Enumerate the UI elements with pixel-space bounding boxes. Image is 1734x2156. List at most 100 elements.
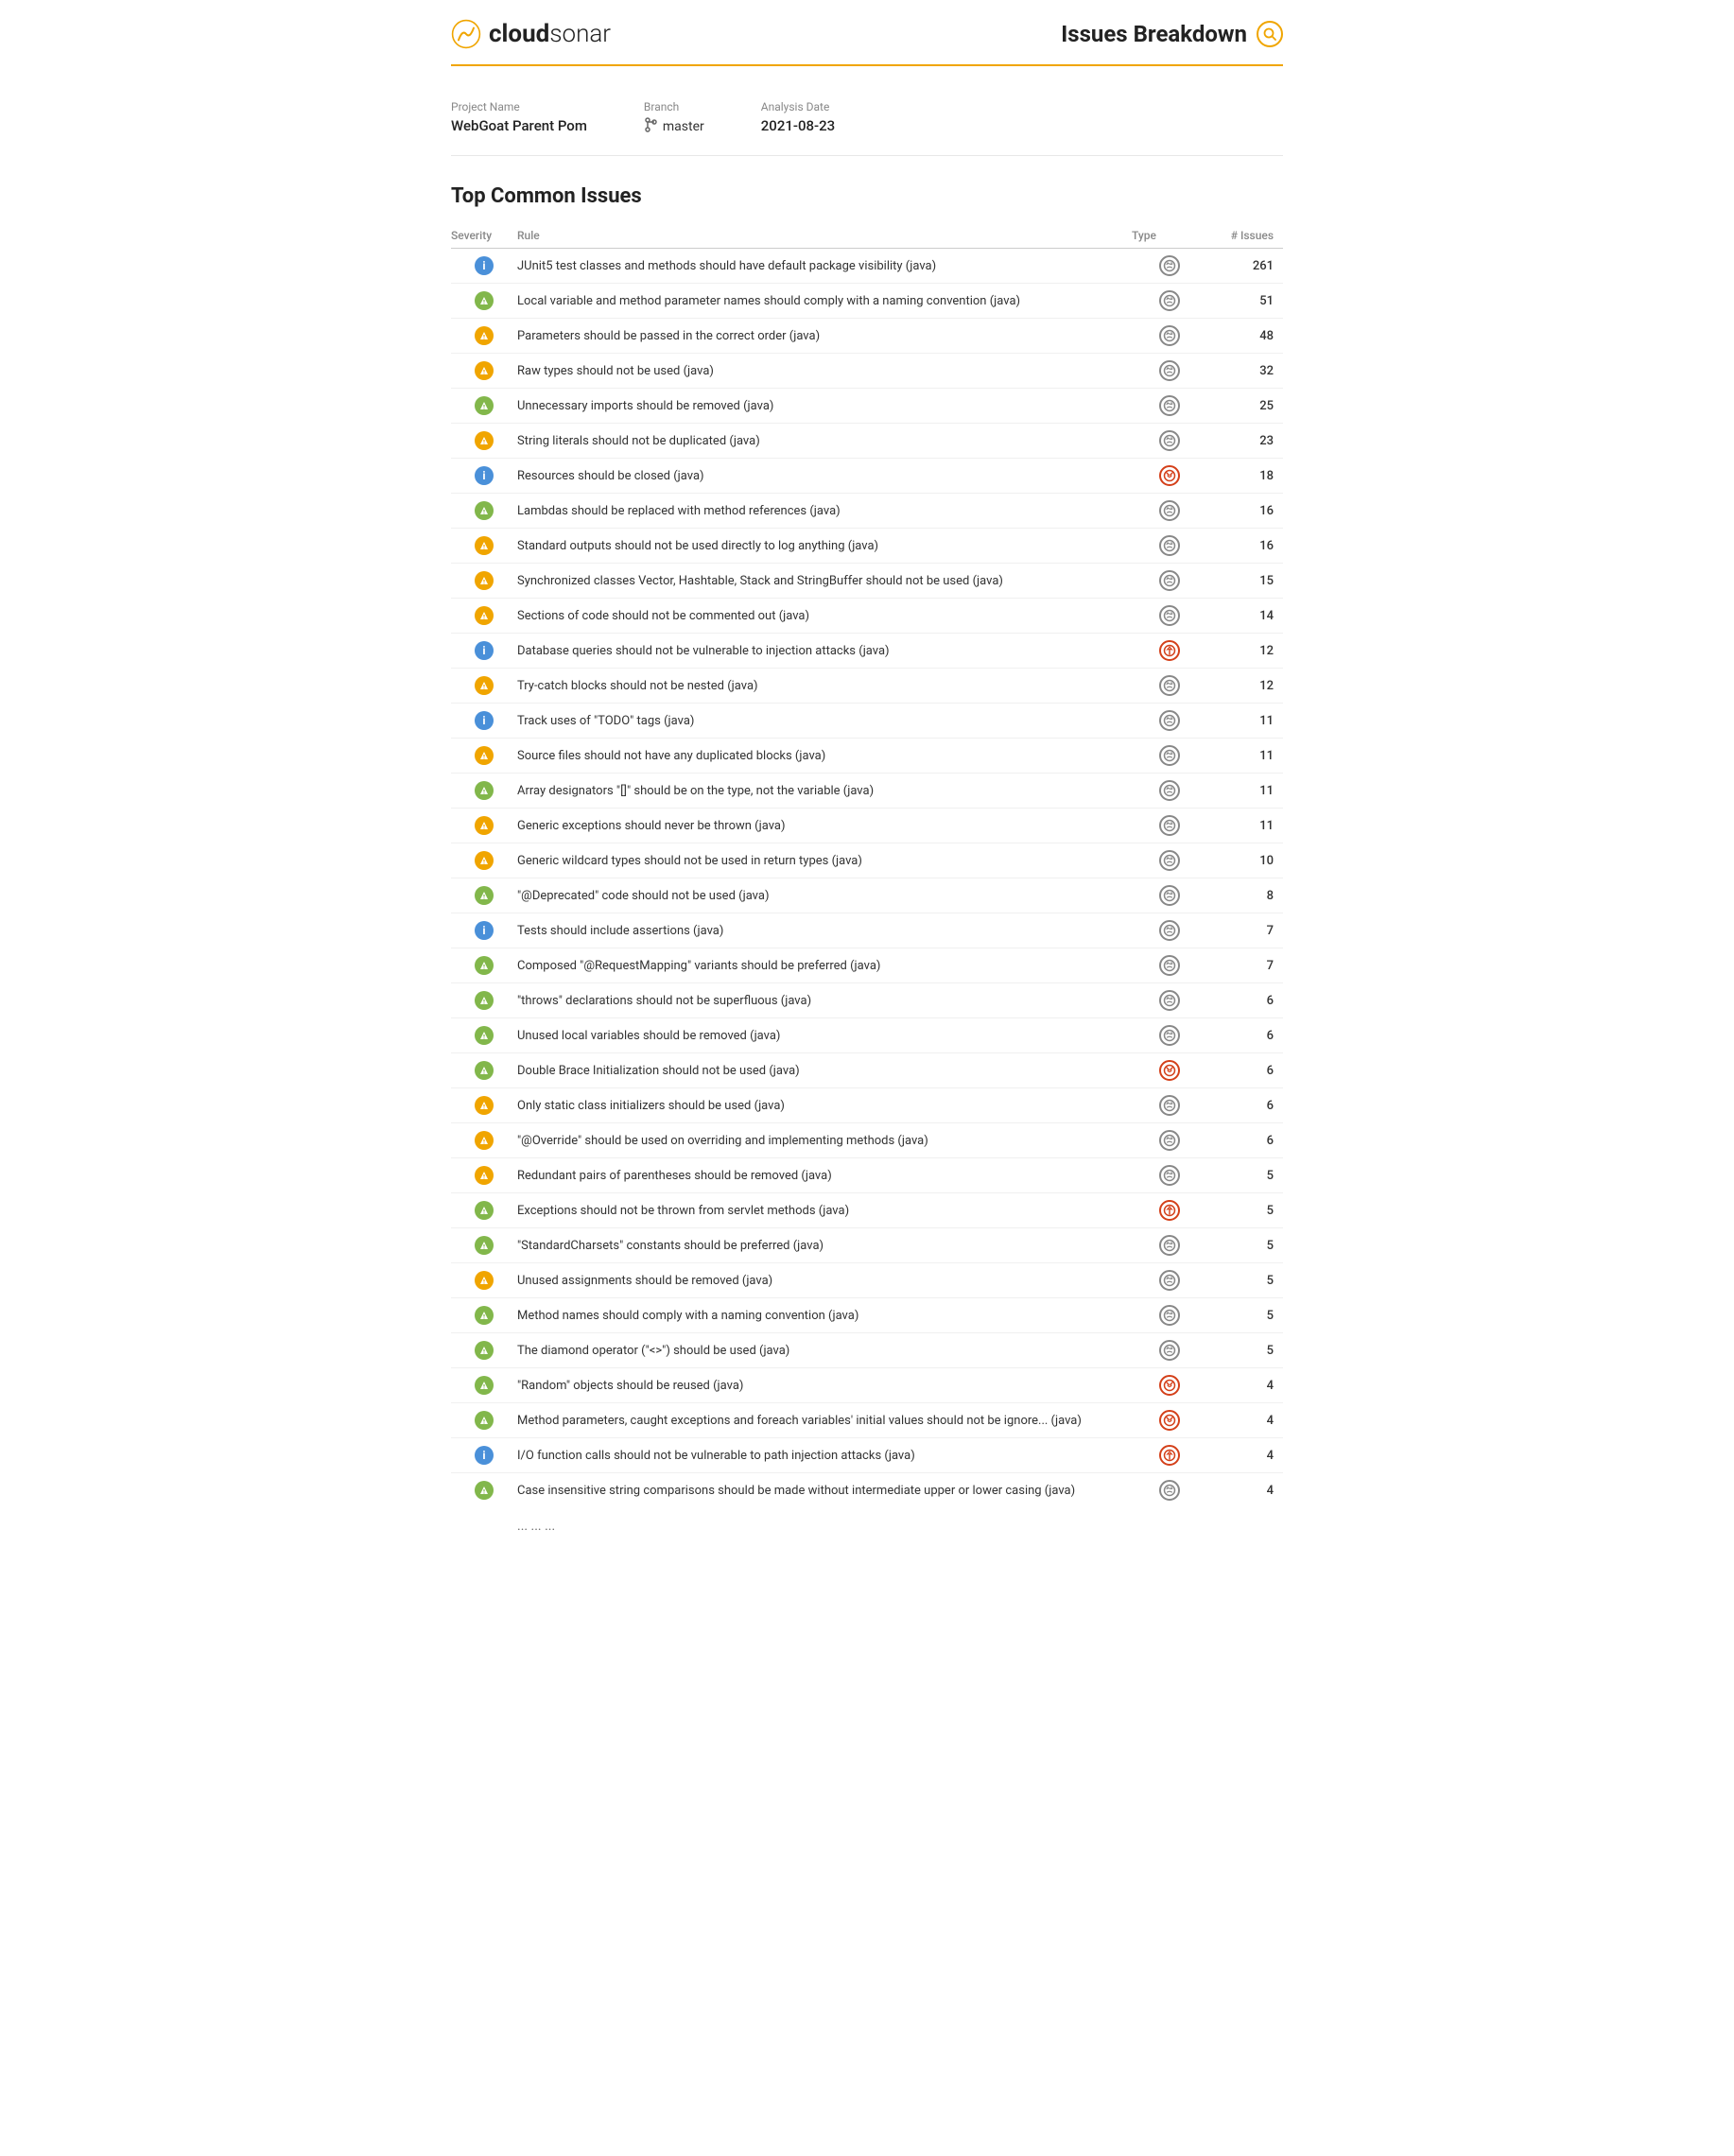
issues-count: 48: [1207, 329, 1283, 343]
date-value: 2021-08-23: [761, 117, 835, 134]
table-row[interactable]: i Track uses of "TODO" tags (java) 11: [451, 704, 1283, 739]
header: cloudsonar Issues Breakdown: [451, 19, 1283, 66]
severity-cell: [451, 816, 517, 835]
severity-major-icon: [475, 431, 494, 450]
project-meta: Project Name WebGoat Parent Pom: [451, 100, 587, 136]
table-row[interactable]: Source files should not have any duplica…: [451, 739, 1283, 774]
rule-cell: Array designators "[]" should be on the …: [517, 784, 1132, 798]
table-row[interactable]: i I/O function calls should not be vulne…: [451, 1438, 1283, 1473]
type-codesmell-icon: [1159, 290, 1180, 311]
table-row[interactable]: i Resources should be closed (java) 18: [451, 459, 1283, 494]
table-row[interactable]: i Database queries should not be vulnera…: [451, 634, 1283, 669]
page-title: Issues Breakdown: [1061, 21, 1247, 47]
table-row[interactable]: The diamond operator ("<>") should be us…: [451, 1333, 1283, 1368]
rule-cell: "Random" objects should be reused (java): [517, 1379, 1132, 1393]
severity-cell: [451, 781, 517, 800]
severity-cell: [451, 361, 517, 380]
severity-minor-icon: [475, 1061, 494, 1080]
severity-cell: i: [451, 466, 517, 485]
col-type: Type: [1132, 229, 1207, 242]
table-row[interactable]: Raw types should not be used (java) 32: [451, 354, 1283, 389]
type-codesmell-icon: [1159, 955, 1180, 976]
rule-cell: Resources should be closed (java): [517, 469, 1132, 483]
table-row[interactable]: i JUnit5 test classes and methods should…: [451, 249, 1283, 284]
type-codesmell-icon: [1159, 815, 1180, 836]
table-row[interactable]: Array designators "[]" should be on the …: [451, 774, 1283, 808]
type-cell: [1132, 535, 1207, 556]
branch-name: master: [663, 119, 704, 134]
rule-cell: Generic exceptions should never be throw…: [517, 819, 1132, 833]
issues-count: 23: [1207, 434, 1283, 448]
rule-cell: JUnit5 test classes and methods should h…: [517, 259, 1132, 273]
severity-minor-icon: [475, 291, 494, 310]
issues-count: 11: [1207, 819, 1283, 833]
rule-cell: "@Override" should be used on overriding…: [517, 1134, 1132, 1148]
table-row[interactable]: Exceptions should not be thrown from ser…: [451, 1193, 1283, 1228]
rule-cell: The diamond operator ("<>") should be us…: [517, 1344, 1132, 1358]
issues-count: 6: [1207, 1134, 1283, 1148]
table-row[interactable]: Standard outputs should not be used dire…: [451, 529, 1283, 564]
issues-count: 5: [1207, 1204, 1283, 1218]
type-cell: [1132, 1165, 1207, 1186]
rule-cell: Sections of code should not be commented…: [517, 609, 1132, 623]
issues-count: 5: [1207, 1239, 1283, 1253]
severity-info-icon: i: [475, 1446, 494, 1465]
severity-cell: [451, 1271, 517, 1290]
table-row[interactable]: Unused assignments should be removed (ja…: [451, 1263, 1283, 1298]
severity-minor-icon: [475, 956, 494, 975]
severity-minor-icon: [475, 1341, 494, 1360]
table-row[interactable]: "@Override" should be used on overriding…: [451, 1123, 1283, 1158]
severity-cell: [451, 501, 517, 520]
table-row[interactable]: String literals should not be duplicated…: [451, 424, 1283, 459]
type-cell: [1132, 360, 1207, 381]
type-cell: [1132, 570, 1207, 591]
table-row[interactable]: Unused local variables should be removed…: [451, 1018, 1283, 1053]
table-row[interactable]: Redundant pairs of parentheses should be…: [451, 1158, 1283, 1193]
type-cell: [1132, 465, 1207, 486]
severity-cell: [451, 1061, 517, 1080]
severity-cell: [451, 396, 517, 415]
table-row[interactable]: "Random" objects should be reused (java)…: [451, 1368, 1283, 1403]
table-row[interactable]: Lambdas should be replaced with method r…: [451, 494, 1283, 529]
severity-cell: [451, 1376, 517, 1395]
severity-major-icon: [475, 606, 494, 625]
table-row[interactable]: i Tests should include assertions (java)…: [451, 913, 1283, 948]
severity-info-icon: i: [475, 256, 494, 275]
table-row[interactable]: Generic wildcard types should not be use…: [451, 843, 1283, 878]
col-issues: # Issues: [1207, 229, 1283, 242]
type-bug-icon: [1159, 465, 1180, 486]
severity-minor-icon: [475, 1481, 494, 1500]
type-codesmell-icon: [1159, 1130, 1180, 1151]
table-row[interactable]: Method names should comply with a naming…: [451, 1298, 1283, 1333]
table-row[interactable]: "StandardCharsets" constants should be p…: [451, 1228, 1283, 1263]
search-icon[interactable]: [1257, 21, 1283, 47]
rule-cell: Generic wildcard types should not be use…: [517, 854, 1132, 868]
table-row[interactable]: Try-catch blocks should not be nested (j…: [451, 669, 1283, 704]
table-row[interactable]: "@Deprecated" code should not be used (j…: [451, 878, 1283, 913]
table-row[interactable]: Parameters should be passed in the corre…: [451, 319, 1283, 354]
table-row[interactable]: Only static class initializers should be…: [451, 1088, 1283, 1123]
severity-major-icon: [475, 1271, 494, 1290]
rule-cell: Database queries should not be vulnerabl…: [517, 644, 1132, 658]
table-row[interactable]: Local variable and method parameter name…: [451, 284, 1283, 319]
table-row[interactable]: Generic exceptions should never be throw…: [451, 808, 1283, 843]
rule-cell: Method names should comply with a naming…: [517, 1309, 1132, 1323]
table-row[interactable]: Synchronized classes Vector, Hashtable, …: [451, 564, 1283, 599]
severity-major-icon: [475, 361, 494, 380]
table-row[interactable]: Unnecessary imports should be removed (j…: [451, 389, 1283, 424]
table-row[interactable]: Method parameters, caught exceptions and…: [451, 1403, 1283, 1438]
table-row[interactable]: Double Brace Initialization should not b…: [451, 1053, 1283, 1088]
severity-cell: [451, 956, 517, 975]
severity-info-icon: i: [475, 921, 494, 940]
table-row[interactable]: Sections of code should not be commented…: [451, 599, 1283, 634]
issues-count: 6: [1207, 1029, 1283, 1043]
severity-major-icon: [475, 676, 494, 695]
severity-cell: [451, 676, 517, 695]
rule-cell: "@Deprecated" code should not be used (j…: [517, 889, 1132, 903]
table-row[interactable]: Composed "@RequestMapping" variants shou…: [451, 948, 1283, 983]
type-vuln-icon: [1159, 1200, 1180, 1221]
type-cell: [1132, 815, 1207, 836]
table-row[interactable]: Case insensitive string comparisons shou…: [451, 1473, 1283, 1507]
table-row[interactable]: "throws" declarations should not be supe…: [451, 983, 1283, 1018]
issues-count: 5: [1207, 1344, 1283, 1358]
